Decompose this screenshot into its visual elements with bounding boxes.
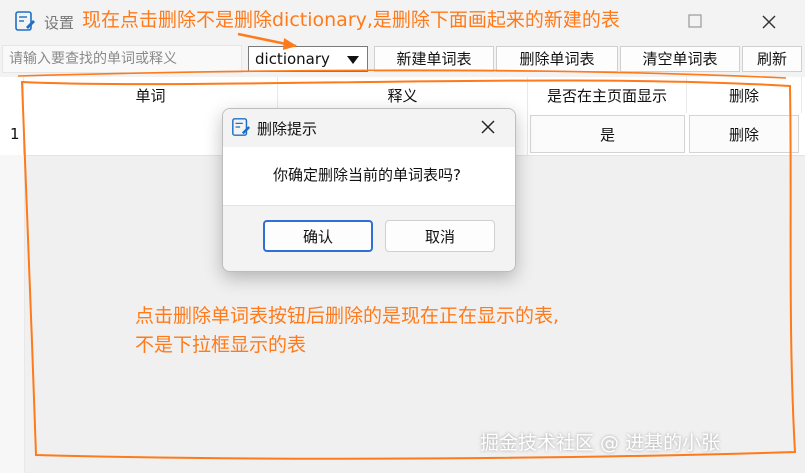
confirm-button[interactable]: 确认: [263, 220, 373, 252]
refresh-button[interactable]: 刷新: [742, 46, 802, 72]
header-corner: [0, 77, 24, 113]
dialog-footer: 确认 取消: [223, 205, 515, 271]
wordlist-select[interactable]: dictionary: [248, 46, 368, 72]
settings-window: 设置 dictionary 新建单词表 删除单词表 清空单词表 刷新 单词 释义…: [0, 0, 805, 473]
new-wordlist-button[interactable]: 新建单词表: [374, 46, 494, 72]
toolbar: dictionary 新建单词表 删除单词表 清空单词表 刷新: [0, 45, 805, 75]
cancel-button[interactable]: 取消: [385, 220, 495, 252]
dropdown-arrow-icon[interactable]: [347, 56, 359, 64]
show-on-main-button[interactable]: 是: [530, 115, 685, 153]
middle-annotation-line1: 点击删除单词表按钮后删除的是现在正在显示的表,: [135, 305, 560, 327]
middle-annotation: 点击删除单词表按钮后删除的是现在正在显示的表, 不是下拉框显示的表: [135, 302, 559, 360]
row-index: 1: [0, 113, 24, 155]
notepad-icon: [15, 11, 35, 31]
watermark: 掘金技术社区 @ 进基的小张: [480, 432, 721, 454]
delete-wordlist-button[interactable]: 删除单词表: [496, 46, 618, 72]
wordlist-select-value: dictionary: [255, 50, 330, 68]
notepad-icon: [232, 118, 251, 136]
close-icon[interactable]: [760, 13, 778, 31]
window-title: 设置: [44, 14, 75, 32]
middle-annotation-line2: 不是下拉框显示的表: [135, 334, 307, 356]
dialog-title-bar: 删除提示: [223, 109, 515, 147]
delete-confirm-dialog: 删除提示 你确定删除当前的单词表吗? 确认 取消: [222, 108, 516, 272]
dialog-body: 你确定删除当前的单词表吗?: [223, 147, 515, 205]
top-annotation: 现在点击删除不是删除dictionary,是删除下面画起来的新建的表: [82, 9, 620, 31]
close-icon[interactable]: [479, 118, 497, 136]
row-header-column: [0, 155, 25, 473]
column-header-delete: 删除: [687, 77, 802, 113]
column-header-show-on-main: 是否在主页面显示: [528, 77, 687, 113]
clear-wordlist-button[interactable]: 清空单词表: [620, 46, 740, 72]
row-delete-button[interactable]: 删除: [689, 115, 799, 153]
dialog-title: 删除提示: [257, 120, 318, 138]
search-input[interactable]: [2, 45, 242, 73]
dialog-message: 你确定删除当前的单词表吗?: [273, 166, 461, 184]
maximize-icon[interactable]: [688, 14, 702, 28]
